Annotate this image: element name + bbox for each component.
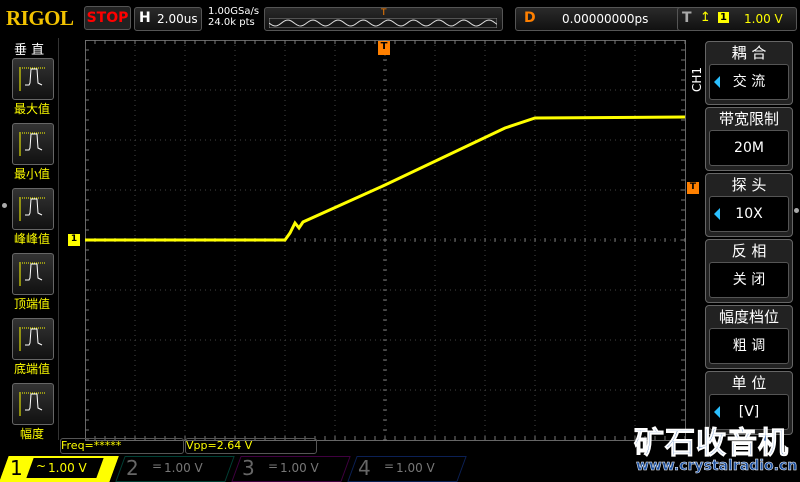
waveform-pulse-icon — [19, 392, 45, 416]
measure-button[interactable] — [12, 188, 54, 230]
menu-item[interactable]: 带宽限制 20M — [705, 107, 793, 171]
menu-item-value[interactable]: 20M — [709, 130, 789, 166]
waveform-pulse-icon — [19, 67, 45, 91]
waveform-pulse-icon — [19, 262, 45, 286]
measure-label: 幅度 — [19, 427, 44, 441]
vpp-measurement[interactable]: Vpp=2.64 V — [185, 438, 317, 454]
menu-item-title: 单 位 — [731, 374, 767, 392]
channel-scale: 1.00 V — [396, 461, 435, 475]
coupling-icon: = — [152, 459, 163, 473]
timebase-value: 2.00us — [157, 12, 198, 26]
trigger-source: 1 — [718, 12, 729, 23]
sample-rate: 1.00GSa/s — [208, 6, 260, 17]
measure-button[interactable] — [12, 123, 54, 165]
waveform-pulse-icon — [19, 327, 45, 351]
arrow-left-icon — [714, 76, 720, 88]
trigger-box[interactable]: T ↥ 1 1.00 V — [677, 7, 797, 31]
menu-item-title: 反 相 — [731, 242, 767, 260]
waveform-display[interactable] — [85, 40, 686, 441]
menu-item[interactable]: 反 相关 闭 — [705, 239, 793, 303]
menu-item-value[interactable]: 粗 调 — [709, 328, 789, 364]
page-indicator — [2, 203, 7, 208]
watermark-url: www.crystalradio.cn — [636, 458, 798, 475]
menu-item[interactable]: 探 头 10X — [705, 173, 793, 237]
measure-button[interactable] — [12, 253, 54, 295]
channel-number: 2 — [126, 456, 139, 480]
arrow-left-icon — [714, 208, 720, 220]
delay-label: D — [524, 10, 536, 26]
timebase-box[interactable]: H 2.00us — [134, 7, 202, 31]
trigger-position-marker[interactable]: T — [378, 41, 390, 55]
menu-item[interactable]: 幅度档位粗 调 — [705, 305, 793, 369]
measure-label: 峰峰值 — [13, 232, 50, 246]
delay-value: 0.00000000ps — [562, 12, 649, 26]
watermark-title: 矿石收音机 — [634, 426, 789, 462]
menu-item-value[interactable]: 关 闭 — [709, 262, 789, 298]
channel-scale: 1.00 V — [280, 461, 319, 475]
measure-label: 最小值 — [13, 167, 50, 181]
menu-item-title: 带宽限制 — [718, 110, 779, 128]
rigol-logo: RIGOL — [6, 6, 74, 30]
coupling-icon: = — [384, 459, 395, 473]
waveform-overview[interactable]: T — [264, 7, 503, 31]
page-indicator — [794, 208, 799, 213]
h-label: H — [139, 10, 151, 26]
trigger-level: 1.00 V — [744, 12, 783, 26]
menu-item-title: 探 头 — [731, 176, 767, 194]
channel-number: 3 — [242, 456, 255, 480]
waveform-pulse-icon — [19, 132, 45, 156]
trigger-label: T — [682, 10, 692, 26]
acquisition-info: 1.00GSa/s 24.0k pts — [208, 6, 259, 28]
menu-item-value[interactable]: 10X — [709, 196, 789, 232]
measure-button[interactable] — [12, 318, 54, 360]
channel-number: 4 — [358, 456, 371, 480]
freq-measurement[interactable]: Freq=***** — [60, 438, 184, 454]
trigger-level-marker[interactable]: T — [687, 182, 699, 194]
channel-scale: 1.00 V — [164, 461, 203, 475]
delay-box[interactable]: D 0.00000000ps — [515, 7, 697, 31]
coupling-icon: ~ — [36, 459, 47, 473]
rising-edge-icon: ↥ — [700, 10, 711, 25]
left-menu-title: 垂 直 — [14, 43, 45, 58]
menu-item-value[interactable]: 交 流 — [709, 64, 789, 100]
channel-label: CH1 — [690, 66, 704, 92]
menu-item-title: 幅度档位 — [718, 308, 779, 326]
trigger-position-icon: T — [381, 8, 387, 18]
menu-item[interactable]: 耦 合交 流 — [705, 41, 793, 105]
measure-label: 顶端值 — [13, 297, 50, 311]
memory-waveform-icon — [269, 18, 497, 28]
run-stop-status[interactable]: STOP — [84, 6, 131, 30]
arrow-left-icon — [714, 406, 720, 418]
waveform-pulse-icon — [19, 197, 45, 221]
measure-button[interactable] — [12, 383, 54, 425]
measure-label: 最大值 — [13, 102, 50, 116]
measure-label: 底端值 — [13, 362, 50, 376]
memory-depth: 24.0k pts — [208, 17, 255, 28]
ch1-ground-marker[interactable]: 1 — [68, 234, 80, 246]
menu-item-title: 耦 合 — [731, 44, 767, 62]
channel-scale: 1.00 V — [48, 461, 87, 475]
coupling-icon: = — [268, 459, 279, 473]
channel-number: 1 — [10, 456, 23, 480]
measure-button[interactable] — [12, 58, 54, 100]
